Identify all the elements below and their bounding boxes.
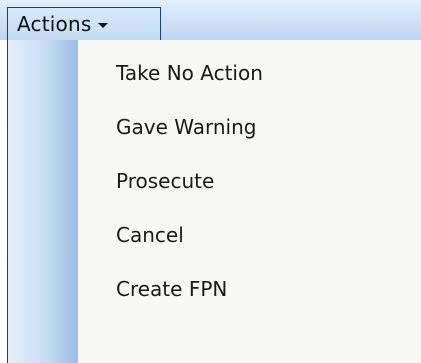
menu-item-label: Prosecute xyxy=(116,169,215,193)
toolbar: Actions xyxy=(0,0,421,40)
actions-dropdown-menu: Take No Action Gave Warning Prosecute Ca… xyxy=(7,40,421,363)
menu-item-gave-warning[interactable]: Gave Warning xyxy=(78,100,421,154)
menu-item-label: Gave Warning xyxy=(116,115,257,139)
menu-item-prosecute[interactable]: Prosecute xyxy=(78,154,421,208)
menu-item-label: Take No Action xyxy=(116,61,263,85)
menu-item-create-fpn[interactable]: Create FPN xyxy=(78,262,421,316)
menu-item-label: Create FPN xyxy=(116,277,228,301)
menu-item-take-no-action[interactable]: Take No Action xyxy=(78,46,421,100)
menu-item-label: Cancel xyxy=(116,223,184,247)
menu-icon-gutter xyxy=(8,40,78,363)
actions-menu-label: Actions xyxy=(17,12,92,36)
menu-item-cancel[interactable]: Cancel xyxy=(78,208,421,262)
actions-menu-button[interactable]: Actions xyxy=(7,7,161,40)
chevron-down-icon xyxy=(98,23,109,28)
